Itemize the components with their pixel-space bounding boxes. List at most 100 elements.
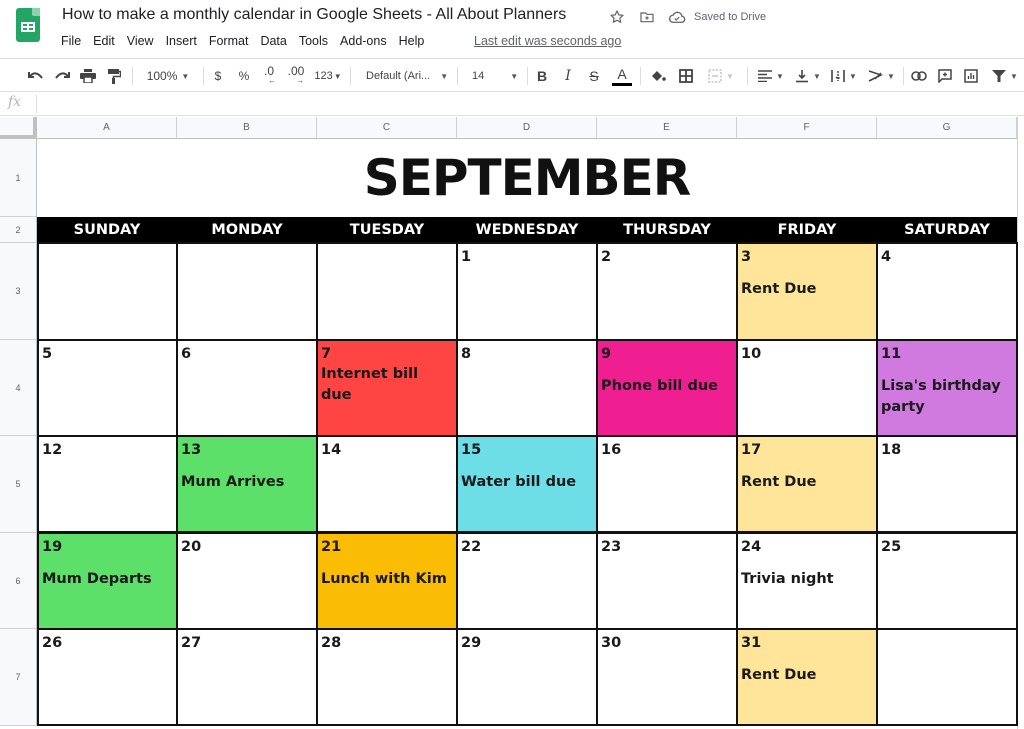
calendar-day-cell[interactable] [876, 628, 1018, 726]
merge-cells-button[interactable]: ▼ [704, 65, 738, 87]
star-icon[interactable] [608, 8, 626, 26]
calendar-day-cell[interactable]: 25 [876, 532, 1018, 630]
menu-data[interactable]: Data [260, 34, 291, 48]
weekday-header-thursday[interactable]: THURSDAY [597, 217, 737, 243]
calendar-day-cell[interactable]: 13 Mum Arrives [176, 435, 318, 533]
increase-decimal-button[interactable]: .00 → [284, 65, 308, 87]
text-wrapping-button[interactable]: ▼ [828, 65, 860, 87]
format-currency-button[interactable]: $ [210, 65, 226, 87]
calendar-day-cell[interactable]: 4 [876, 242, 1018, 341]
borders-button[interactable] [676, 65, 696, 87]
calendar-day-cell[interactable]: 29 [456, 628, 598, 726]
row-header-2[interactable]: 2 [0, 217, 37, 243]
calendar-day-cell[interactable]: 30 [596, 628, 738, 726]
row-header-5[interactable]: 5 [0, 436, 37, 533]
column-header-g[interactable]: G [877, 117, 1017, 139]
select-all-corner[interactable] [0, 117, 37, 139]
calendar-day-cell[interactable] [176, 242, 318, 341]
column-header-a[interactable]: A [37, 117, 177, 139]
calendar-day-cell[interactable] [37, 242, 178, 341]
calendar-day-cell[interactable] [316, 242, 458, 341]
move-to-folder-icon[interactable] [638, 8, 656, 26]
more-formats-button[interactable]: 123 ▼ [312, 65, 344, 87]
calendar-day-cell[interactable]: 6 [176, 339, 318, 437]
menu-help[interactable]: Help [399, 34, 430, 48]
weekday-header-monday[interactable]: MONDAY [177, 217, 317, 243]
weekday-header-sunday[interactable]: SUNDAY [37, 217, 177, 243]
calendar-day-cell[interactable]: 28 [316, 628, 458, 726]
paint-format-button[interactable] [104, 65, 124, 87]
row-header-6[interactable]: 6 [0, 533, 37, 629]
zoom-select[interactable]: 100% ▼ [140, 65, 196, 87]
calendar-day-cell[interactable]: 18 [876, 435, 1018, 533]
calendar-day-cell[interactable]: 2 [596, 242, 738, 341]
weekday-header-wednesday[interactable]: WEDNESDAY [457, 217, 597, 243]
font-family-select[interactable]: Default (Ari... ▼ [360, 65, 450, 87]
calendar-day-cell[interactable]: 16 [596, 435, 738, 533]
column-header-c[interactable]: C [317, 117, 457, 139]
calendar-day-cell[interactable]: 8 [456, 339, 598, 437]
month-title-cell[interactable]: SEPTEMBER [37, 139, 1017, 217]
menu-file[interactable]: File [61, 34, 86, 48]
calendar-day-cell[interactable]: 22 [456, 532, 598, 630]
calendar-day-cell[interactable]: 20 [176, 532, 318, 630]
last-edit-link[interactable]: Last edit was seconds ago [474, 34, 621, 48]
italic-button[interactable]: I [559, 65, 577, 87]
vertical-align-button[interactable]: ▼ [792, 65, 824, 87]
calendar-day-cell[interactable]: 10 [736, 339, 878, 437]
format-percent-button[interactable]: % [236, 65, 252, 87]
menu-view[interactable]: View [127, 34, 159, 48]
calendar-day-cell[interactable]: 27 [176, 628, 318, 726]
calendar-day-cell[interactable]: 3 Rent Due [736, 242, 878, 341]
row-header-4[interactable]: 4 [0, 340, 37, 436]
calendar-day-cell[interactable]: 31 Rent Due [736, 628, 878, 726]
text-color-button[interactable]: A [611, 65, 633, 87]
calendar-day-cell[interactable]: 14 [316, 435, 458, 533]
column-header-f[interactable]: F [737, 117, 877, 139]
column-header-b[interactable]: B [177, 117, 317, 139]
menu-format[interactable]: Format [209, 34, 254, 48]
text-rotation-button[interactable]: ▼ [864, 65, 898, 87]
fill-color-button[interactable] [648, 65, 668, 87]
calendar-day-cell[interactable]: 11 Lisa's birthday party [876, 339, 1018, 437]
calendar-day-cell[interactable]: 15 Water bill due [456, 435, 598, 533]
row-header-7[interactable]: 7 [0, 629, 37, 726]
insert-comment-button[interactable] [935, 65, 955, 87]
menu-tools[interactable]: Tools [299, 34, 333, 48]
horizontal-align-button[interactable]: ▼ [755, 65, 787, 87]
row-header-3[interactable]: 3 [0, 243, 37, 340]
calendar-day-cell[interactable]: 12 [37, 435, 178, 533]
calendar-day-cell[interactable]: 19 Mum Departs [37, 532, 178, 630]
weekday-header-friday[interactable]: FRIDAY [737, 217, 877, 243]
calendar-day-cell[interactable]: 26 [37, 628, 178, 726]
calendar-day-cell[interactable]: 17 Rent Due [736, 435, 878, 533]
create-filter-button[interactable]: ▼ [988, 65, 1022, 87]
strikethrough-button[interactable]: S [585, 65, 603, 87]
decrease-decimal-button[interactable]: .0 ← [258, 65, 280, 87]
insert-chart-button[interactable] [961, 65, 981, 87]
column-header-e[interactable]: E [597, 117, 737, 139]
menu-add-ons[interactable]: Add-ons [340, 34, 392, 48]
menu-edit[interactable]: Edit [93, 34, 120, 48]
weekday-header-saturday[interactable]: SATURDAY [877, 217, 1017, 243]
calendar-day-cell[interactable]: 24 Trivia night [736, 532, 878, 630]
print-button[interactable] [78, 65, 98, 87]
insert-link-button[interactable] [909, 65, 929, 87]
calendar-day-cell[interactable]: 23 [596, 532, 738, 630]
formula-input[interactable] [42, 94, 1012, 113]
calendar-day-cell[interactable]: 21 Lunch with Kim [316, 532, 458, 630]
weekday-header-tuesday[interactable]: TUESDAY [317, 217, 457, 243]
bold-button[interactable]: B [533, 65, 551, 87]
document-title[interactable]: How to make a monthly calendar in Google… [62, 6, 566, 24]
calendar-day-cell[interactable]: 5 [37, 339, 178, 437]
calendar-day-cell[interactable]: 7 Internet bill due [316, 339, 458, 437]
calendar-day-cell[interactable]: 1 [456, 242, 598, 341]
undo-button[interactable] [26, 65, 46, 87]
calendar-day-cell[interactable]: 9 Phone bill due [596, 339, 738, 437]
column-header-d[interactable]: D [457, 117, 597, 139]
cloud-saved-icon[interactable] [668, 8, 686, 26]
sheets-logo-icon[interactable] [16, 8, 40, 42]
menu-insert[interactable]: Insert [166, 34, 202, 48]
redo-button[interactable] [52, 65, 72, 87]
font-size-select[interactable]: 14 ▼ [466, 65, 524, 87]
